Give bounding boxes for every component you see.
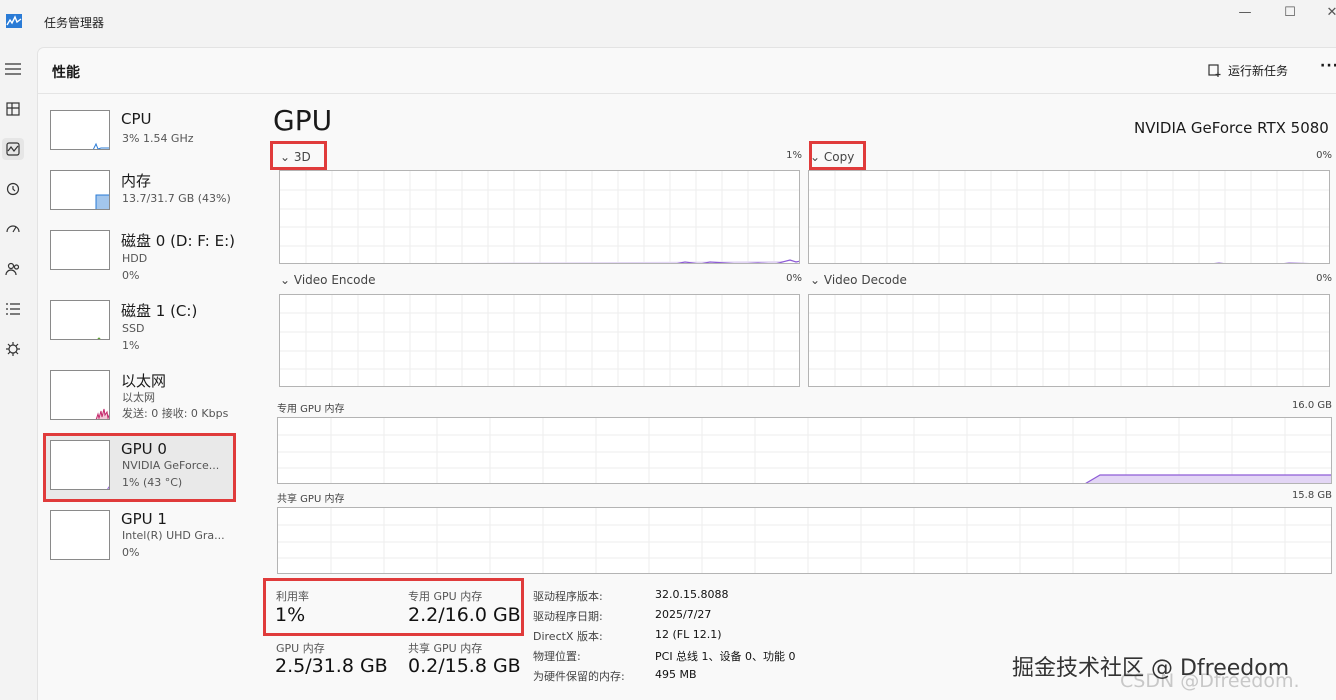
- disk-1-thumbnail: [50, 300, 110, 340]
- device-gpu-0[interactable]: GPU 0 NVIDIA GeForce... 1% (43 °C): [50, 440, 240, 502]
- dedicated-memory-max: 16.0 GB: [1291, 400, 1332, 411]
- disk-0-thumbnail: [50, 230, 110, 270]
- engine-video-decode-label[interactable]: ⌄ Video Decode: [810, 273, 907, 287]
- chevron-down-icon: ⌄: [280, 273, 291, 287]
- device-name: 以太网: [121, 372, 167, 390]
- driver-date-value: 2025/7/27: [655, 608, 712, 621]
- device-disk-0[interactable]: 磁盘 0 (D: F: E:) HDD 0%: [50, 230, 240, 292]
- device-detail: NVIDIA GeForce...: [122, 459, 220, 472]
- reserved-memory-label: 为硬件保留的内存:: [533, 670, 625, 683]
- dedicated-memory-stat-label: 专用 GPU 内存: [408, 590, 483, 603]
- shared-memory-chart: [277, 507, 1332, 574]
- engine-3d-percent: 1%: [786, 150, 802, 161]
- page-title: 性能: [52, 65, 80, 81]
- ethernet-thumbnail: [50, 370, 110, 420]
- device-usage: 1% (43 °C): [122, 476, 183, 489]
- device-cpu[interactable]: CPU 3% 1.54 GHz: [50, 110, 240, 172]
- window-title: 任务管理器: [44, 16, 105, 30]
- dedicated-memory-chart: [277, 417, 1332, 484]
- device-name: 磁盘 1 (C:): [121, 302, 198, 320]
- users-icon[interactable]: [2, 258, 24, 280]
- maximize-button[interactable]: ☐: [1270, 4, 1310, 24]
- gpu-heading: GPU: [273, 104, 333, 137]
- utilization-value: 1%: [275, 604, 306, 626]
- run-new-task-button[interactable]: 运行新任务: [1208, 62, 1288, 79]
- driver-version-label: 驱动程序版本:: [533, 590, 603, 603]
- device-name: GPU 0: [121, 440, 167, 458]
- engine-video-encode-percent: 0%: [786, 273, 802, 284]
- dedicated-memory-label: 专用 GPU 内存: [277, 404, 345, 415]
- engine-copy-chart: [808, 170, 1330, 264]
- dedicated-memory-stat-value: 2.2/16.0 GB: [408, 604, 521, 626]
- engine-video-decode-chart: [808, 294, 1330, 387]
- device-usage: 0%: [122, 546, 140, 559]
- more-options-button[interactable]: ···: [1320, 58, 1336, 74]
- utilization-label: 利用率: [276, 590, 309, 603]
- reserved-memory-value: 495 MB: [655, 668, 697, 681]
- physical-location-label: 物理位置:: [533, 650, 581, 663]
- device-detail: 以太网: [122, 391, 155, 404]
- gpu-memory-stat-value: 2.5/31.8 GB: [275, 655, 388, 677]
- close-button[interactable]: ✕: [1312, 4, 1336, 24]
- device-detail: 3% 1.54 GHz: [122, 132, 194, 145]
- engine-video-encode-label[interactable]: ⌄ Video Encode: [280, 273, 375, 287]
- device-name: 磁盘 0 (D: F: E:): [121, 232, 235, 250]
- device-ethernet[interactable]: 以太网 以太网 发送: 0 接收: 0 Kbps: [50, 370, 240, 432]
- engine-copy-percent: 0%: [1316, 150, 1332, 161]
- run-task-icon: [1208, 63, 1221, 77]
- gpu-model-name: NVIDIA GeForce RTX 5080: [1134, 119, 1329, 137]
- device-name: CPU: [121, 110, 152, 128]
- device-detail: SSD: [122, 322, 145, 335]
- shared-memory-max: 15.8 GB: [1291, 490, 1332, 501]
- task-manager-app-icon: [6, 14, 22, 28]
- performance-icon[interactable]: [2, 138, 24, 160]
- minimize-button[interactable]: —: [1225, 4, 1265, 24]
- title-bar: 任务管理器 — ☐ ✕: [0, 0, 1336, 44]
- juejin-watermark: 掘金技术社区 @ Dfreedom: [1012, 656, 1290, 681]
- directx-version-value: 12 (FL 12.1): [655, 628, 722, 641]
- details-icon[interactable]: [2, 298, 24, 320]
- hamburger-icon[interactable]: [2, 58, 24, 80]
- shared-memory-label: 共享 GPU 内存: [277, 494, 345, 505]
- physical-location-value: PCI 总线 1、设备 0、功能 0: [655, 650, 796, 663]
- directx-version-label: DirectX 版本:: [533, 630, 603, 643]
- gpu-memory-stat-label: GPU 内存: [276, 642, 325, 655]
- device-throughput: 发送: 0 接收: 0 Kbps: [122, 407, 229, 420]
- device-usage: 1%: [122, 339, 140, 352]
- engine-video-encode-chart: [279, 294, 800, 387]
- driver-date-label: 驱动程序日期:: [533, 610, 603, 623]
- device-detail: Intel(R) UHD Gra...: [122, 529, 225, 542]
- gpu-0-thumbnail: [50, 440, 110, 490]
- device-name: 内存: [121, 172, 152, 190]
- chevron-down-icon: ⌄: [810, 273, 821, 287]
- device-name: GPU 1: [121, 510, 167, 528]
- gpu-1-thumbnail: [50, 510, 110, 560]
- app-history-icon[interactable]: [2, 178, 24, 200]
- processes-icon[interactable]: [2, 98, 24, 120]
- highlight-copy: [809, 141, 866, 170]
- shared-memory-stat-value: 0.2/15.8 GB: [408, 655, 521, 677]
- navigation-rail: [0, 44, 36, 700]
- cpu-thumbnail: [50, 110, 110, 150]
- run-new-task-label: 运行新任务: [1228, 64, 1289, 78]
- header-divider: [38, 93, 1336, 94]
- device-disk-1[interactable]: 磁盘 1 (C:) SSD 1%: [50, 300, 240, 362]
- services-icon[interactable]: [2, 338, 24, 360]
- device-memory[interactable]: 内存 13.7/31.7 GB (43%): [50, 170, 240, 232]
- device-usage: 0%: [122, 269, 140, 282]
- engine-video-decode-percent: 0%: [1316, 273, 1332, 284]
- device-gpu-1[interactable]: GPU 1 Intel(R) UHD Gra... 0%: [50, 510, 240, 572]
- shared-memory-stat-label: 共享 GPU 内存: [408, 642, 483, 655]
- highlight-3d: [270, 141, 327, 170]
- driver-version-value: 32.0.15.8088: [655, 588, 729, 601]
- memory-thumbnail: [50, 170, 110, 210]
- engine-3d-chart: [279, 170, 800, 264]
- device-detail: HDD: [122, 252, 148, 265]
- device-detail: 13.7/31.7 GB (43%): [122, 192, 231, 205]
- startup-apps-icon[interactable]: [2, 218, 24, 240]
